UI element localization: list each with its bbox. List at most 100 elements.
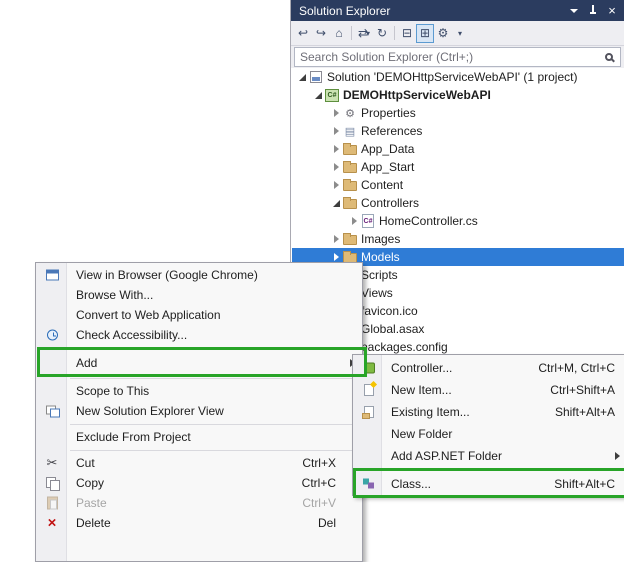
expand-arrow-icon[interactable] xyxy=(330,107,342,119)
auto-hide-pin-button[interactable] xyxy=(585,3,601,19)
tree-item-label: Global.asax xyxy=(361,322,425,336)
forward-button[interactable]: ↪ xyxy=(312,24,330,43)
menu-item-label: New Folder xyxy=(391,427,453,441)
menu-item-label: Scope to This xyxy=(76,384,150,398)
paste-icon xyxy=(46,496,58,510)
submenu-item-controller[interactable]: Controller... Ctrl+M, Ctrl+C xyxy=(353,357,624,379)
menu-item-copy[interactable]: Copy Ctrl+C xyxy=(36,473,362,493)
toolbar-separator xyxy=(351,26,352,40)
tree-item-label: Controllers xyxy=(361,196,420,210)
refresh-button[interactable]: ↻ xyxy=(373,24,391,43)
expand-arrow-icon[interactable] xyxy=(312,89,324,101)
close-button[interactable]: × xyxy=(604,3,620,19)
tree-item-label: Views xyxy=(361,286,393,300)
menu-shortcut: Ctrl+C xyxy=(301,476,336,490)
tree-item-project[interactable]: C# DEMOHttpServiceWebAPI xyxy=(292,86,624,104)
expand-arrow-icon[interactable] xyxy=(330,197,342,209)
menu-item-new-solution-explorer-view[interactable]: New Solution Explorer View xyxy=(36,401,362,421)
folder-icon xyxy=(343,250,357,263)
properties-icon: ⚙ xyxy=(437,26,449,40)
show-all-files-icon: ⊞ xyxy=(419,26,431,40)
expand-arrow-icon[interactable] xyxy=(296,71,308,83)
submenu-item-new-item[interactable]: New Item... Ctrl+Shift+A xyxy=(353,379,624,401)
menu-item-label: View in Browser (Google Chrome) xyxy=(76,268,258,282)
refresh-icon: ↻ xyxy=(376,26,388,40)
tree-item-label: packages.config xyxy=(361,340,448,354)
folder-icon xyxy=(343,232,357,245)
expand-arrow-icon[interactable] xyxy=(330,179,342,191)
menu-item-delete[interactable]: × Delete Del xyxy=(36,513,362,533)
properties-wrench-icon: ⚙ xyxy=(345,107,355,120)
caret-down-icon: ▾ xyxy=(457,28,462,38)
collapse-all-icon: ⊟ xyxy=(401,26,413,40)
menu-item-label: Class... xyxy=(391,477,432,491)
menu-item-label: Convert to Web Application xyxy=(76,308,221,322)
menu-item-label: Add ASP.NET Folder xyxy=(391,449,502,463)
tree-item-label: Images xyxy=(361,232,401,246)
submenu-item-class[interactable]: Class... Shift+Alt+C xyxy=(353,473,624,495)
home-button[interactable]: ⌂ xyxy=(330,24,348,43)
class-icon xyxy=(363,478,375,490)
tree-item-app-data[interactable]: App_Data xyxy=(292,140,624,158)
toolbar-overflow-button[interactable]: ▾ xyxy=(452,24,470,43)
menu-item-convert-to-web-application[interactable]: Convert to Web Application xyxy=(36,305,362,325)
expand-arrow-icon[interactable] xyxy=(330,143,342,155)
tree-item-images[interactable]: Images xyxy=(292,230,624,248)
window-position-button[interactable] xyxy=(566,3,582,19)
show-all-files-button[interactable]: ⊞ xyxy=(416,23,434,43)
menu-item-exclude-from-project[interactable]: Exclude From Project xyxy=(36,427,362,447)
menu-item-check-accessibility[interactable]: Check Accessibility... xyxy=(36,325,362,345)
menu-item-cut[interactable]: ✂ Cut Ctrl+X xyxy=(36,453,362,473)
tree-item-controllers[interactable]: Controllers xyxy=(292,194,624,212)
tree-item-label: favicon.ico xyxy=(361,304,418,318)
collapse-all-button[interactable]: ⊟ xyxy=(398,24,416,43)
submenu-item-add-aspnet-folder[interactable]: Add ASP.NET Folder xyxy=(353,445,624,467)
solution-explorer-toolbar: ↩ ↪ ⌂ ⇄ ▾ ↻ ⊟ ⊞ ⚙ ▾ xyxy=(291,21,624,46)
csharp-file-icon: C# xyxy=(362,214,374,228)
menu-item-browse-with[interactable]: Browse With... xyxy=(36,285,362,305)
sync-with-active-document-button[interactable]: ⇄ ▾ xyxy=(355,24,373,43)
tree-item-app-start[interactable]: App_Start xyxy=(292,158,624,176)
tree-item-label: References xyxy=(361,124,423,138)
tree-item-label: HomeController.cs xyxy=(379,214,478,228)
submenu-item-existing-item[interactable]: Existing Item... Shift+Alt+A xyxy=(353,401,624,423)
tree-item-content[interactable]: Content xyxy=(292,176,624,194)
close-icon: × xyxy=(608,3,616,18)
references-icon: ▤ xyxy=(344,125,356,138)
tree-item-homecontroller[interactable]: C# HomeController.cs xyxy=(292,212,624,230)
add-submenu: Controller... Ctrl+M, Ctrl+C New Item...… xyxy=(352,354,624,496)
panel-title: Solution Explorer xyxy=(299,3,391,18)
folder-icon xyxy=(343,160,357,173)
folder-icon xyxy=(343,196,357,209)
caret-down-icon: ▾ xyxy=(366,28,371,38)
menu-item-add[interactable]: Add xyxy=(36,351,362,375)
existing-item-icon xyxy=(362,406,374,419)
menu-item-label: New Solution Explorer View xyxy=(76,404,224,418)
expand-arrow-icon[interactable] xyxy=(348,215,360,227)
tree-item-label: Models xyxy=(361,250,400,264)
context-menu: View in Browser (Google Chrome) Browse W… xyxy=(35,262,363,562)
search-input[interactable] xyxy=(294,47,621,67)
back-button[interactable]: ↩ xyxy=(294,24,312,43)
tree-item-properties[interactable]: ⚙ Properties xyxy=(292,104,624,122)
menu-item-label: Browse With... xyxy=(76,288,154,302)
menu-item-label: Paste xyxy=(76,496,107,510)
menu-item-view-in-browser[interactable]: View in Browser (Google Chrome) xyxy=(36,265,362,285)
properties-button[interactable]: ⚙ xyxy=(434,24,452,43)
tree-item-references[interactable]: ▤ References xyxy=(292,122,624,140)
expand-arrow-icon[interactable] xyxy=(330,125,342,137)
toolbar-separator xyxy=(394,26,395,40)
menu-item-label: Exclude From Project xyxy=(76,430,191,444)
menu-shortcut: Ctrl+Shift+A xyxy=(550,383,615,397)
menu-shortcut: Ctrl+V xyxy=(302,496,336,510)
menu-item-paste[interactable]: Paste Ctrl+V xyxy=(36,493,362,513)
menu-item-label: Cut xyxy=(76,456,95,470)
submenu-item-new-folder[interactable]: New Folder xyxy=(353,423,624,445)
menu-item-scope-to-this[interactable]: Scope to This xyxy=(36,381,362,401)
expand-arrow-icon[interactable] xyxy=(330,161,342,173)
menu-item-label: Copy xyxy=(76,476,105,490)
new-item-icon xyxy=(364,384,374,396)
menu-shortcut: Ctrl+M, Ctrl+C xyxy=(538,361,615,375)
tree-item-solution[interactable]: Solution 'DEMOHttpServiceWebAPI' (1 proj… xyxy=(292,68,624,86)
expand-arrow-icon[interactable] xyxy=(330,233,342,245)
